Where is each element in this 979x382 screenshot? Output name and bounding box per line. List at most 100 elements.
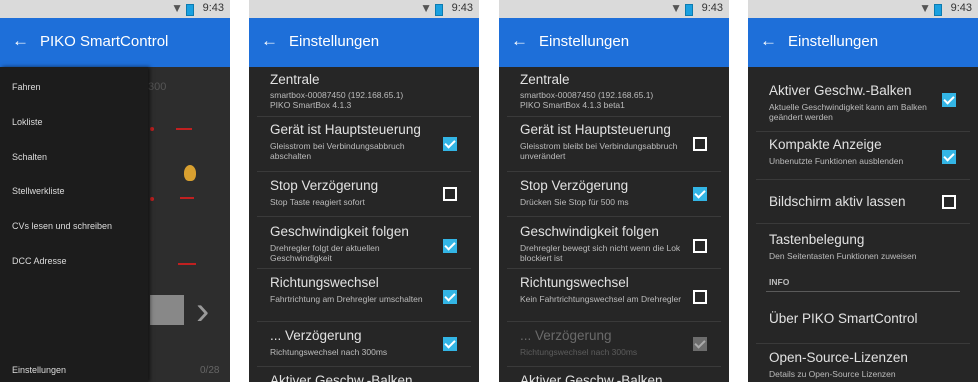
setting-subtitle: Fahrtrichtung am Drehregler umschalten	[270, 294, 423, 304]
setting-row-geschwindigkeit-folgen[interactable]: Geschwindigkeit folgen Drehregler folgt …	[249, 224, 479, 268]
setting-row-hauptsteuerung[interactable]: Gerät ist Hauptsteuerung Gleisstrom bei …	[249, 122, 479, 166]
setting-title: Aktiver Geschw.-Balken	[270, 373, 413, 382]
checkbox[interactable]	[693, 290, 707, 304]
setting-title: Richtungswechsel	[520, 275, 629, 290]
drawer-item-einstellungen[interactable]: Einstellungen	[12, 365, 66, 375]
divider	[507, 321, 721, 322]
setting-title: Gerät ist Hauptsteuerung	[270, 122, 421, 137]
central-address: smartbox-00087450 (192.168.65.1)	[520, 90, 654, 100]
phone-screen-settings-3: ▼ 9:43 ← Einstellungen Aktiver Geschw.-B…	[748, 0, 978, 382]
drawer-item-fahren[interactable]: Fahren	[12, 82, 41, 92]
checkbox	[693, 337, 707, 351]
divider	[507, 216, 721, 217]
drawer-item-lokliste[interactable]: Lokliste	[12, 117, 43, 127]
setting-title: ... Verzögerung	[270, 328, 362, 343]
setting-subtitle: Drehregler folgt der aktuellen Geschwind…	[270, 243, 380, 263]
navigation-drawer: Fahren Lokliste Schalten Stellwerkliste …	[0, 67, 148, 382]
divider	[257, 321, 471, 322]
info-row-about[interactable]: Über PIKO SmartControl	[748, 311, 978, 333]
checkbox[interactable]	[942, 93, 956, 107]
setting-row-verzoegerung[interactable]: ... Verzögerung Richtungswechsel nach 30…	[249, 328, 479, 362]
divider	[257, 366, 471, 367]
divider	[756, 131, 970, 132]
phone-screen-drawer: ▼ 9:43 ← PIKO SmartControl 300 › 0/28 Fa…	[0, 0, 230, 382]
function-page-label: 0/28	[200, 365, 220, 376]
divider	[756, 343, 970, 344]
divider	[257, 216, 471, 217]
drawer-item-dcc-adresse[interactable]: DCC Adresse	[12, 256, 67, 266]
battery-icon	[435, 4, 443, 16]
status-bar: ▼ 9:43	[499, 0, 729, 18]
app-bar: ← Einstellungen	[249, 18, 479, 67]
checkbox[interactable]	[443, 137, 457, 151]
setting-title: Richtungswechsel	[270, 275, 379, 290]
checkbox[interactable]	[942, 195, 956, 209]
setting-row-richtungswechsel[interactable]: Richtungswechsel Fahrtrichtung am Drehre…	[249, 275, 479, 319]
checkbox[interactable]	[443, 290, 457, 304]
setting-subtitle: Aktuelle Geschwindigkeit kann am Balken …	[769, 102, 927, 122]
checkbox[interactable]	[693, 137, 707, 151]
setting-subtitle: Kein Fahrtrichtungswechsel am Drehregler	[520, 294, 682, 304]
setting-title: Über PIKO SmartControl	[769, 311, 918, 326]
setting-subtitle: Richtungswechsel nach 300ms	[520, 347, 638, 357]
drawer-item-schalten[interactable]: Schalten	[12, 152, 47, 162]
setting-subtitle: Gleisstrom bleibt bei Verbindungsabbruch…	[520, 141, 678, 161]
app-bar: ← Einstellungen	[499, 18, 729, 67]
setting-row-geschw-balken[interactable]: Aktiver Geschw.-Balken	[249, 373, 479, 382]
setting-title: Geschwindigkeit folgen	[270, 224, 409, 239]
divider	[756, 223, 970, 224]
stop-button[interactable]	[150, 295, 184, 325]
back-arrow-icon[interactable]: ←	[511, 31, 528, 51]
setting-row-geschw-balken[interactable]: Aktiver Geschw.-Balken	[499, 373, 729, 382]
divider	[756, 179, 970, 180]
section-header-info: INFO	[769, 277, 790, 287]
setting-title: Tastenbelegung	[769, 232, 865, 247]
setting-title: Stop Verzögerung	[270, 178, 379, 193]
back-arrow-icon[interactable]: ←	[261, 31, 278, 51]
central-firmware: PIKO SmartBox 4.1.3 beta1	[520, 100, 625, 110]
checkbox[interactable]	[443, 239, 457, 253]
checkbox[interactable]	[693, 239, 707, 253]
info-row-licenses[interactable]: Open-Source-Lizenzen Details zu Open-Sou…	[748, 350, 978, 380]
back-arrow-icon[interactable]: ←	[760, 31, 777, 51]
setting-title: Kompakte Anzeige	[769, 137, 882, 152]
setting-subtitle: Richtungswechsel nach 300ms	[270, 347, 388, 357]
divider	[507, 171, 721, 172]
battery-icon	[685, 4, 693, 16]
back-arrow-icon[interactable]: ←	[12, 31, 29, 51]
battery-icon	[934, 4, 942, 16]
checkbox[interactable]	[443, 337, 457, 351]
app-bar: ← PIKO SmartControl	[0, 18, 230, 67]
wifi-icon: ▼	[919, 1, 931, 15]
setting-row-tastenbelegung[interactable]: Tastenbelegung Den Seitentasten Funktion…	[748, 232, 978, 266]
divider	[507, 268, 721, 269]
central-info[interactable]: Zentrale smartbox-00087450 (192.168.65.1…	[249, 72, 479, 112]
setting-row-geschwindigkeit-folgen[interactable]: Geschwindigkeit folgen Drehregler bewegt…	[499, 224, 729, 268]
drawer-item-stellwerkliste[interactable]: Stellwerkliste	[12, 186, 65, 196]
setting-row-stop-verzoegerung[interactable]: Stop Verzögerung Stop Taste reagiert sof…	[249, 178, 479, 214]
page-title: Einstellungen	[539, 33, 630, 50]
central-firmware: PIKO SmartBox 4.1.3	[270, 100, 352, 110]
setting-subtitle: Drehregler bewegt sich nicht wenn die Lo…	[520, 243, 681, 263]
status-time: 9:43	[202, 2, 224, 14]
setting-row-hauptsteuerung[interactable]: Gerät ist Hauptsteuerung Gleisstrom blei…	[499, 122, 729, 166]
setting-title: Open-Source-Lizenzen	[769, 350, 908, 365]
central-title: Zentrale	[270, 72, 320, 87]
setting-row-kompakte-anzeige[interactable]: Kompakte Anzeige Unbenutzte Funktionen a…	[748, 137, 978, 181]
setting-row-bildschirm-aktiv[interactable]: Bildschirm aktiv lassen	[748, 194, 978, 218]
central-info[interactable]: Zentrale smartbox-00087450 (192.168.65.1…	[499, 72, 729, 112]
checkbox[interactable]	[443, 187, 457, 201]
checkbox[interactable]	[693, 187, 707, 201]
drawer-item-cvs[interactable]: CVs lesen und schreiben	[12, 221, 112, 231]
chevron-right-icon[interactable]: ›	[196, 289, 209, 334]
setting-row-geschw-balken[interactable]: Aktiver Geschw.-Balken Aktuelle Geschwin…	[748, 83, 978, 127]
checkbox[interactable]	[942, 150, 956, 164]
phone-screen-settings-2: ▼ 9:43 ← Einstellungen Zentrale smartbox…	[499, 0, 729, 382]
setting-subtitle: Unbenutzte Funktionen ausblenden	[769, 156, 904, 166]
status-time: 9:43	[701, 2, 723, 14]
settings-list: Zentrale smartbox-00087450 (192.168.65.1…	[249, 67, 479, 382]
setting-row-stop-verzoegerung[interactable]: Stop Verzögerung Drücken Sie Stop für 50…	[499, 178, 729, 214]
setting-row-richtungswechsel[interactable]: Richtungswechsel Kein Fahrtrichtungswech…	[499, 275, 729, 319]
status-bar: ▼ 9:43	[0, 0, 230, 18]
bulb-icon	[184, 165, 196, 181]
